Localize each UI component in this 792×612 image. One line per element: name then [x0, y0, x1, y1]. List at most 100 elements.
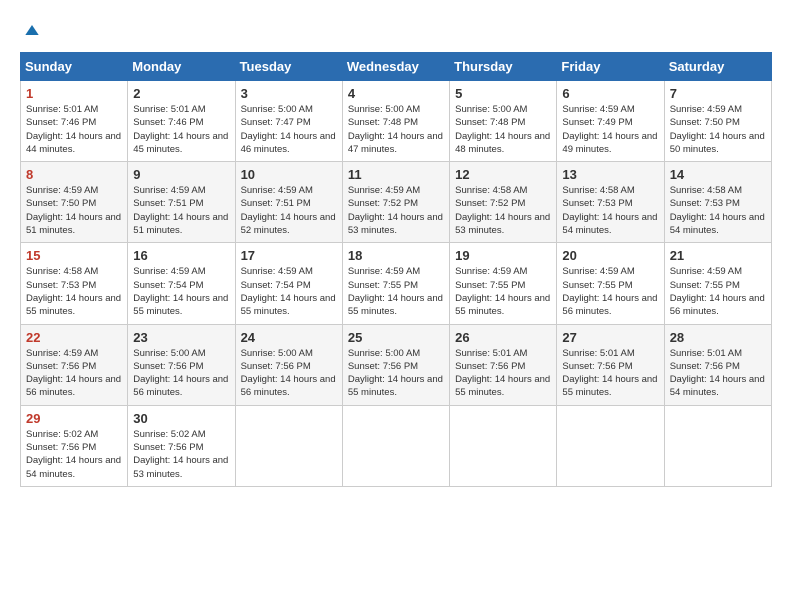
col-header-friday: Friday	[557, 53, 664, 81]
day-number: 10	[241, 167, 337, 182]
calendar-cell: 6Sunrise: 4:59 AMSunset: 7:49 PMDaylight…	[557, 81, 664, 162]
day-number: 14	[670, 167, 766, 182]
day-number: 2	[133, 86, 229, 101]
logo	[20, 20, 42, 36]
day-info: Sunrise: 5:00 AMSunset: 7:56 PMDaylight:…	[133, 347, 229, 400]
calendar-cell: 12 Sunrise: 4:58 AMSunset: 7:52 PMDayligh…	[450, 162, 557, 243]
calendar-cell: 27 Sunrise: 5:01 AMSunset: 7:56 PMDayligh…	[557, 324, 664, 405]
day-info: Sunrise: 4:59 AMSunset: 7:55 PMDaylight:…	[455, 265, 551, 318]
day-info: Sunrise: 4:59 AMSunset: 7:50 PMDaylight:…	[670, 103, 766, 156]
day-number: 24	[241, 330, 337, 345]
day-info: Sunrise: 5:01 AMSunset: 7:56 PMDaylight:…	[455, 347, 551, 400]
calendar-cell: 8Sunrise: 4:59 AMSunset: 7:50 PMDaylight…	[21, 162, 128, 243]
col-header-tuesday: Tuesday	[235, 53, 342, 81]
day-info: Sunrise: 4:58 AMSunset: 7:53 PMDaylight:…	[670, 184, 766, 237]
day-number: 15	[26, 248, 122, 263]
col-header-thursday: Thursday	[450, 53, 557, 81]
day-info: Sunrise: 5:01 AMSunset: 7:46 PMDaylight:…	[26, 103, 122, 156]
day-number: 17	[241, 248, 337, 263]
day-number: 26	[455, 330, 551, 345]
day-info: Sunrise: 5:01 AMSunset: 7:56 PMDaylight:…	[562, 347, 658, 400]
day-number: 20	[562, 248, 658, 263]
day-number: 29	[26, 411, 122, 426]
day-info: Sunrise: 5:00 AMSunset: 7:48 PMDaylight:…	[455, 103, 551, 156]
calendar-cell	[235, 405, 342, 486]
calendar-cell: 24 Sunrise: 5:00 AMSunset: 7:56 PMDayligh…	[235, 324, 342, 405]
day-info: Sunrise: 5:02 AMSunset: 7:56 PMDaylight:…	[133, 428, 229, 481]
calendar-cell: 20 Sunrise: 4:59 AMSunset: 7:55 PMDayligh…	[557, 243, 664, 324]
calendar-cell: 17 Sunrise: 4:59 AMSunset: 7:54 PMDayligh…	[235, 243, 342, 324]
day-info: Sunrise: 4:59 AMSunset: 7:51 PMDaylight:…	[133, 184, 229, 237]
day-info: Sunrise: 4:59 AMSunset: 7:56 PMDaylight:…	[26, 347, 122, 400]
day-number: 7	[670, 86, 766, 101]
day-number: 27	[562, 330, 658, 345]
day-info: Sunrise: 4:59 AMSunset: 7:54 PMDaylight:…	[241, 265, 337, 318]
calendar-cell: 30 Sunrise: 5:02 AMSunset: 7:56 PMDayligh…	[128, 405, 235, 486]
day-info: Sunrise: 5:00 AMSunset: 7:56 PMDaylight:…	[348, 347, 444, 400]
calendar-cell: 9 Sunrise: 4:59 AMSunset: 7:51 PMDaylight…	[128, 162, 235, 243]
calendar-cell: 1 Sunrise: 5:01 AMSunset: 7:46 PMDaylight…	[21, 81, 128, 162]
calendar-cell	[450, 405, 557, 486]
calendar-cell	[342, 405, 449, 486]
day-number: 30	[133, 411, 229, 426]
day-number: 8	[26, 167, 122, 182]
day-info: Sunrise: 4:59 AMSunset: 7:51 PMDaylight:…	[241, 184, 337, 237]
calendar-cell: 19 Sunrise: 4:59 AMSunset: 7:55 PMDayligh…	[450, 243, 557, 324]
calendar-cell: 26 Sunrise: 5:01 AMSunset: 7:56 PMDayligh…	[450, 324, 557, 405]
day-info: Sunrise: 5:01 AMSunset: 7:56 PMDaylight:…	[670, 347, 766, 400]
calendar-cell: 16 Sunrise: 4:59 AMSunset: 7:54 PMDayligh…	[128, 243, 235, 324]
day-info: Sunrise: 5:00 AMSunset: 7:48 PMDaylight:…	[348, 103, 444, 156]
day-number: 12	[455, 167, 551, 182]
day-info: Sunrise: 4:59 AMSunset: 7:55 PMDaylight:…	[562, 265, 658, 318]
day-number: 11	[348, 167, 444, 182]
calendar-cell: 29 Sunrise: 5:02 AMSunset: 7:56 PMDayligh…	[21, 405, 128, 486]
page-header	[20, 20, 772, 36]
day-info: Sunrise: 4:59 AMSunset: 7:55 PMDaylight:…	[670, 265, 766, 318]
calendar-cell	[557, 405, 664, 486]
day-info: Sunrise: 4:59 AMSunset: 7:52 PMDaylight:…	[348, 184, 444, 237]
calendar-cell: 5 Sunrise: 5:00 AMSunset: 7:48 PMDaylight…	[450, 81, 557, 162]
day-number: 16	[133, 248, 229, 263]
calendar-cell: 13 Sunrise: 4:58 AMSunset: 7:53 PMDayligh…	[557, 162, 664, 243]
col-header-monday: Monday	[128, 53, 235, 81]
day-info: Sunrise: 5:00 AMSunset: 7:56 PMDaylight:…	[241, 347, 337, 400]
col-header-saturday: Saturday	[664, 53, 771, 81]
day-number: 28	[670, 330, 766, 345]
day-number: 19	[455, 248, 551, 263]
calendar-cell: 3 Sunrise: 5:00 AMSunset: 7:47 PMDaylight…	[235, 81, 342, 162]
day-info: Sunrise: 5:01 AMSunset: 7:46 PMDaylight:…	[133, 103, 229, 156]
day-number: 1	[26, 86, 122, 101]
day-number: 18	[348, 248, 444, 263]
calendar-cell: 21 Sunrise: 4:59 AMSunset: 7:55 PMDayligh…	[664, 243, 771, 324]
calendar-cell: 15 Sunrise: 4:58 AMSunset: 7:53 PMDayligh…	[21, 243, 128, 324]
day-number: 13	[562, 167, 658, 182]
day-info: Sunrise: 5:00 AMSunset: 7:47 PMDaylight:…	[241, 103, 337, 156]
day-info: Sunrise: 4:58 AMSunset: 7:52 PMDaylight:…	[455, 184, 551, 237]
day-number: 22	[26, 330, 122, 345]
calendar-cell: 23Sunrise: 5:00 AMSunset: 7:56 PMDayligh…	[128, 324, 235, 405]
day-info: Sunrise: 5:02 AMSunset: 7:56 PMDaylight:…	[26, 428, 122, 481]
calendar-cell: 7 Sunrise: 4:59 AMSunset: 7:50 PMDaylight…	[664, 81, 771, 162]
calendar-cell: 11 Sunrise: 4:59 AMSunset: 7:52 PMDayligh…	[342, 162, 449, 243]
calendar-cell: 14 Sunrise: 4:58 AMSunset: 7:53 PMDayligh…	[664, 162, 771, 243]
day-number: 4	[348, 86, 444, 101]
col-header-wednesday: Wednesday	[342, 53, 449, 81]
day-number: 25	[348, 330, 444, 345]
calendar-cell: 22 Sunrise: 4:59 AMSunset: 7:56 PMDayligh…	[21, 324, 128, 405]
day-number: 3	[241, 86, 337, 101]
day-number: 21	[670, 248, 766, 263]
day-number: 5	[455, 86, 551, 101]
calendar-cell: 25 Sunrise: 5:00 AMSunset: 7:56 PMDayligh…	[342, 324, 449, 405]
day-info: Sunrise: 4:59 AMSunset: 7:54 PMDaylight:…	[133, 265, 229, 318]
calendar-cell: 18 Sunrise: 4:59 AMSunset: 7:55 PMDayligh…	[342, 243, 449, 324]
calendar-cell: 4 Sunrise: 5:00 AMSunset: 7:48 PMDaylight…	[342, 81, 449, 162]
logo-icon	[22, 20, 42, 40]
calendar-cell	[664, 405, 771, 486]
day-info: Sunrise: 4:58 AMSunset: 7:53 PMDaylight:…	[562, 184, 658, 237]
day-info: Sunrise: 4:58 AMSunset: 7:53 PMDaylight:…	[26, 265, 122, 318]
day-info: Sunrise: 4:59 AMSunset: 7:55 PMDaylight:…	[348, 265, 444, 318]
day-number: 9	[133, 167, 229, 182]
day-number: 6	[562, 86, 658, 101]
calendar-cell: 10 Sunrise: 4:59 AMSunset: 7:51 PMDayligh…	[235, 162, 342, 243]
calendar-table: SundayMondayTuesdayWednesdayThursdayFrid…	[20, 52, 772, 487]
